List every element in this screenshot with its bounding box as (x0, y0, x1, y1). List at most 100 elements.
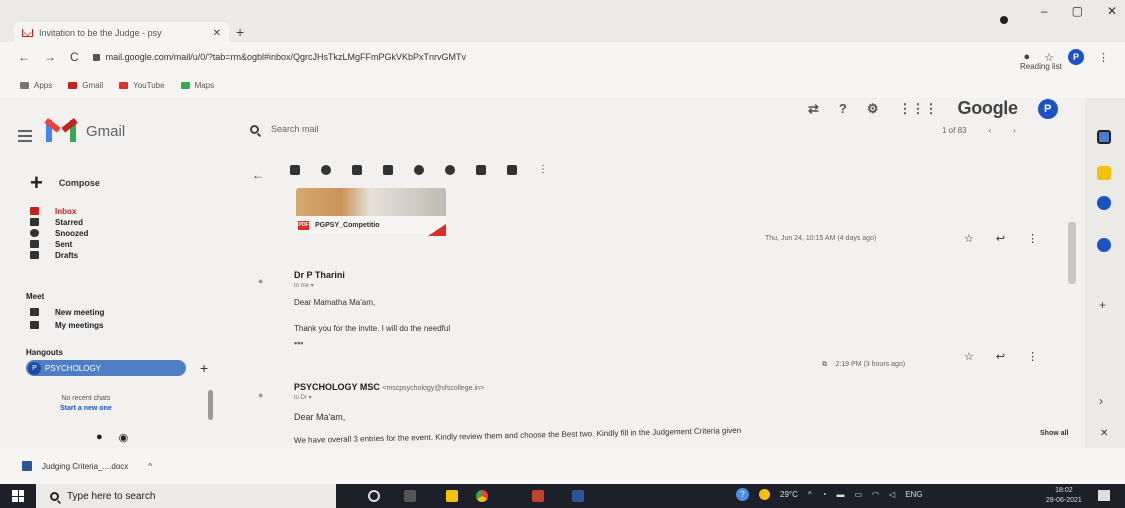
header-actions: ⇄ ? ⚙ ⋮⋮⋮ Google P (808, 98, 1058, 119)
help-icon[interactable]: ? (839, 101, 847, 116)
nav-item-inbox[interactable]: Inbox (30, 206, 88, 216)
windows-start-icon[interactable] (12, 490, 24, 502)
more-icon[interactable]: ⋮ (1027, 232, 1038, 245)
wifi-icon[interactable]: ◠ (872, 490, 879, 499)
recipient-dropdown[interactable]: to me ▾ (294, 282, 314, 289)
word-icon[interactable] (572, 490, 584, 502)
powerpoint-icon[interactable] (532, 490, 544, 502)
forward-arrow-icon[interactable]: → (44, 50, 56, 64)
task-view-icon[interactable] (404, 490, 416, 502)
system-clock[interactable]: 18:02 28-06-2021 (1046, 486, 1082, 506)
thread-scrollbar[interactable] (1068, 222, 1076, 284)
google-account-label[interactable]: Google (958, 98, 1019, 119)
bookmark-maps[interactable]: Maps (180, 81, 214, 90)
clock-date: 28-06-2021 (1046, 497, 1082, 504)
draft-icon (30, 251, 39, 259)
new-meeting-item[interactable]: New meeting (30, 306, 104, 318)
filter-icon[interactable]: ⇄ (808, 101, 819, 117)
pager: 1 of 83 ‹ › (942, 126, 1016, 135)
help-icon[interactable]: ? (736, 488, 749, 501)
attachment-chip[interactable]: PDF PGPSY_Competitio (296, 216, 446, 234)
profile-avatar[interactable]: P (1068, 49, 1084, 65)
close-download-bar-icon[interactable]: ✕ (1100, 428, 1108, 439)
tab-close-icon[interactable]: ✕ (213, 28, 221, 39)
gmail-logo[interactable]: Gmail (44, 118, 125, 142)
older-icon[interactable]: › (1013, 126, 1016, 135)
chrome-icon[interactable] (476, 490, 488, 502)
close-window-icon[interactable]: ✕ (1107, 4, 1117, 18)
mark-unread-icon[interactable] (383, 164, 393, 175)
show-all-downloads-button[interactable]: Show all (1040, 430, 1068, 437)
cortana-icon[interactable] (368, 490, 380, 502)
new-tab-button[interactable]: + (236, 24, 244, 40)
nav-item-starred[interactable]: Starred (30, 217, 88, 227)
reload-icon[interactable]: C (70, 50, 79, 64)
reply-icon[interactable]: ↩ (996, 232, 1005, 245)
nav-item-sent[interactable]: Sent (30, 239, 88, 249)
more-icon[interactable]: ⋮ (1027, 350, 1038, 363)
snooze-icon[interactable] (414, 164, 424, 175)
bookmark-apps[interactable]: Apps (20, 81, 52, 90)
message-body: Thank you for the invite. I will do the … (294, 324, 451, 333)
calendar-icon[interactable] (1097, 130, 1111, 144)
report-spam-icon[interactable] (321, 164, 331, 175)
chat-footer-icons: ● ◉ (96, 431, 128, 444)
back-arrow-icon[interactable]: ← (18, 50, 30, 64)
apps-grid-icon[interactable]: ⋮⋮⋮ (899, 101, 938, 117)
settings-gear-icon[interactable]: ⚙ (867, 101, 879, 117)
language-indicator[interactable]: ENG (905, 490, 922, 499)
show-trimmed-content-button[interactable]: ••• (294, 338, 303, 348)
search-input[interactable]: Search mail (271, 124, 319, 134)
add-addon-icon[interactable]: + (1099, 298, 1113, 312)
search-bar[interactable]: Search mail (250, 124, 319, 134)
url-field[interactable]: mail.google.com/mail/u/0/?tab=rm&ogbl#in… (92, 47, 1010, 67)
volume-icon[interactable]: ◁ (889, 490, 895, 499)
search-icon[interactable] (250, 124, 259, 134)
add-to-tasks-icon[interactable] (445, 164, 455, 175)
minimize-icon[interactable]: – (1041, 4, 1048, 18)
browser-menu-icon[interactable]: ⋮ (1098, 51, 1109, 64)
person-icon[interactable]: ● (96, 431, 103, 444)
label-icon[interactable] (507, 164, 517, 175)
reply-icon[interactable]: ↩ (996, 350, 1005, 363)
maximize-icon[interactable]: ▢ (1072, 4, 1083, 18)
notification-icon[interactable] (1098, 490, 1110, 501)
star-icon[interactable]: ☆ (964, 232, 974, 245)
taskbar-search[interactable]: Type here to search (36, 484, 336, 508)
compose-button[interactable]: + Compose (30, 172, 100, 194)
chat-bubble-icon[interactable]: ◉ (119, 431, 129, 444)
contacts-icon[interactable] (1097, 238, 1111, 252)
chevron-up-icon[interactable]: ^ (148, 462, 152, 471)
back-to-inbox-icon[interactable]: ← (252, 168, 264, 182)
chevron-up-icon[interactable]: ^ (808, 490, 812, 499)
bookmark-youtube[interactable]: YouTube (119, 81, 165, 90)
bookmark-gmail[interactable]: Gmail (68, 81, 103, 90)
hangouts-user[interactable]: P PSYCHOLOGY (26, 360, 186, 376)
display-icon[interactable]: ▭ (854, 490, 862, 499)
temperature[interactable]: 29°C (780, 490, 798, 499)
expand-panel-icon[interactable]: › (1099, 394, 1113, 408)
main-menu-icon[interactable] (18, 130, 32, 145)
nav-item-drafts[interactable]: Drafts (30, 250, 88, 260)
newer-icon[interactable]: ‹ (988, 126, 991, 135)
my-meetings-item[interactable]: My meetings (30, 319, 104, 331)
move-to-icon[interactable] (476, 164, 486, 175)
tasks-icon[interactable] (1097, 196, 1111, 210)
taskbar-search-input[interactable]: Type here to search (67, 491, 155, 502)
account-avatar[interactable]: P (1037, 98, 1058, 119)
sidebar-scrollbar[interactable] (208, 390, 213, 420)
start-chat-link[interactable]: Start a new one (60, 404, 112, 414)
network-icon[interactable]: ◔ (822, 490, 827, 499)
nav-item-snoozed[interactable]: Snoozed (30, 228, 88, 238)
hangouts-add-icon[interactable]: + (200, 360, 208, 376)
browser-tab[interactable]: Invitation to be the Judge - psy ✕ (14, 22, 229, 44)
archive-icon[interactable] (290, 164, 300, 175)
more-options-icon[interactable]: ⋮ (538, 164, 548, 175)
recipient-dropdown[interactable]: to Dr ▾ (294, 394, 312, 401)
keep-icon[interactable] (1097, 166, 1111, 180)
battery-icon[interactable]: ▬ (836, 490, 844, 499)
download-file-name[interactable]: Judging Criteria_....docx (42, 462, 128, 471)
star-icon[interactable]: ☆ (964, 350, 974, 363)
delete-icon[interactable] (352, 164, 362, 175)
file-explorer-icon[interactable] (446, 490, 458, 502)
